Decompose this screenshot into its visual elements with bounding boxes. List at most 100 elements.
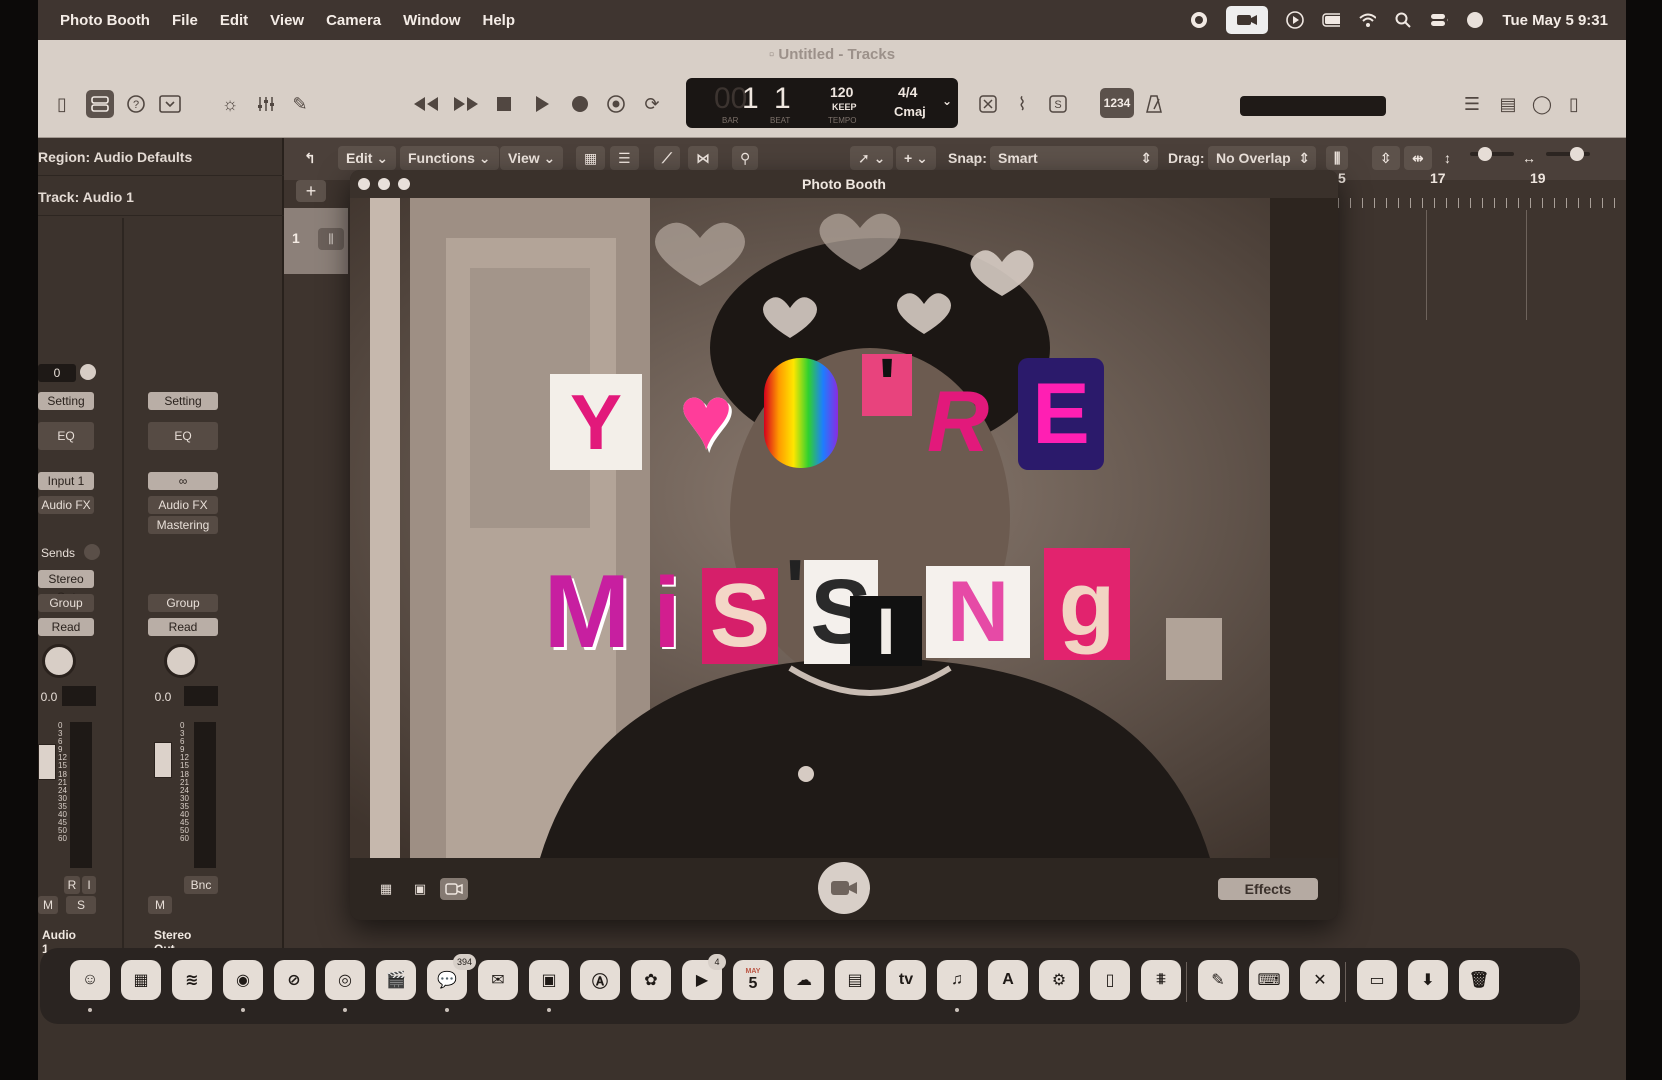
pencil-tool-icon[interactable]: + ⌄	[896, 146, 936, 170]
editors-icon[interactable]: ✎	[286, 90, 314, 118]
mixer-icon[interactable]	[252, 90, 280, 118]
play-status-icon[interactable]	[1286, 11, 1305, 29]
bar-ruler[interactable]: 5 17 19	[1338, 168, 1626, 210]
dock-app-music[interactable]: ♫	[937, 960, 977, 1000]
camera-indicator-icon[interactable]	[1226, 6, 1269, 34]
menu-edit[interactable]: Edit	[220, 12, 248, 29]
record-icon[interactable]	[566, 90, 594, 118]
horizontal-fit-icon[interactable]: ⇹	[1404, 146, 1432, 170]
record-video-button[interactable]	[818, 862, 870, 914]
fast-forward-icon[interactable]	[452, 90, 480, 118]
menu-view[interactable]: View	[270, 12, 304, 29]
dock-app-keyboard[interactable]: ⌨	[1249, 960, 1289, 1000]
wifi-icon[interactable]	[1358, 11, 1377, 29]
horizontal-zoom-slider[interactable]	[1546, 147, 1590, 161]
catch-icon[interactable]: ↰	[304, 146, 316, 170]
dock-app-chrome[interactable]: ◉	[223, 960, 263, 1000]
input-slot[interactable]: Input 1	[38, 472, 94, 490]
grid-view-icon[interactable]: ▦	[576, 146, 606, 170]
list-editors-icon[interactable]: ☰	[1458, 90, 1486, 118]
list-view-icon[interactable]: ☰	[610, 146, 639, 170]
menu-help[interactable]: Help	[483, 12, 516, 29]
dock-app-calendar[interactable]: MAY 5	[733, 960, 773, 1000]
setting-button[interactable]: Setting	[148, 392, 218, 410]
effects-button[interactable]: Effects	[1218, 878, 1318, 900]
control-center-icon[interactable]	[1430, 11, 1449, 29]
group-slot[interactable]: Group	[38, 594, 94, 612]
minimize-button[interactable]	[378, 178, 390, 190]
sends-knob[interactable]	[84, 544, 100, 560]
functions-menu[interactable]: Functions ⌄	[400, 146, 499, 170]
waveform-zoom-icon[interactable]: ⫼	[1326, 146, 1349, 170]
menu-clock[interactable]: Tue May 5 9:31	[1502, 12, 1608, 29]
menu-file[interactable]: File	[172, 12, 198, 29]
automation-mode[interactable]: Read	[148, 618, 218, 636]
catch-playhead-icon[interactable]: ⚲	[732, 146, 759, 170]
dock-app-pages[interactable]: ✎	[1198, 960, 1238, 1000]
vertical-zoom-slider[interactable]	[1470, 147, 1514, 161]
dock-app-launchpad[interactable]: ▦	[121, 960, 161, 1000]
audio-fx-slot[interactable]: Audio FX	[148, 496, 218, 514]
flex-icon[interactable]: ⋈	[688, 146, 718, 170]
video-mode-icon[interactable]	[440, 878, 468, 900]
dock-app-icloud[interactable]: ☁	[784, 960, 824, 1000]
battery-icon[interactable]	[1322, 11, 1341, 29]
dock-app-downloads[interactable]: ⬇	[1408, 960, 1448, 1000]
dock-app-trash[interactable]: 🗑	[1459, 960, 1499, 1000]
still-photo-mode-icon[interactable]: ▣	[406, 878, 434, 900]
output-slot[interactable]: Stereo Out	[38, 570, 94, 604]
dock-app-finder[interactable]: ☺	[70, 960, 110, 1000]
dock-app-iphone-mirroring[interactable]: ▯	[1090, 960, 1130, 1000]
toolbar-toggle-icon[interactable]	[156, 90, 184, 118]
dock-app-tv[interactable]: tv	[886, 960, 926, 1000]
track-header[interactable]: Track: Audio 1	[38, 178, 284, 216]
group-slot[interactable]: Group	[148, 594, 218, 612]
eq-button[interactable]: EQ	[148, 422, 218, 450]
play-icon[interactable]	[528, 90, 556, 118]
dock-app-notes[interactable]: ▤	[835, 960, 875, 1000]
pointer-tool-icon[interactable]: ➚ ⌄	[850, 146, 894, 170]
stop-icon[interactable]	[490, 90, 518, 118]
record-enable-button[interactable]: R	[64, 876, 80, 894]
zoom-button[interactable]	[398, 178, 410, 190]
setting-button[interactable]: Setting	[38, 392, 94, 410]
record-status-icon[interactable]	[1190, 11, 1208, 29]
automation-icon[interactable]: ⟋	[654, 146, 680, 170]
edit-menu[interactable]: Edit ⌄	[338, 146, 397, 170]
dock-app-spotify[interactable]: ≋	[172, 960, 212, 1000]
volume-knob[interactable]	[80, 364, 96, 380]
quick-help-icon[interactable]: ?	[122, 90, 150, 118]
audio-fx-slot[interactable]: Audio FX	[38, 496, 94, 514]
dock-app-voice-memos[interactable]: ⩨	[1141, 960, 1181, 1000]
solo-mode-icon[interactable]: S	[1044, 90, 1072, 118]
four-up-mode-icon[interactable]: ▦	[372, 878, 400, 900]
master-level-bar[interactable]	[1240, 96, 1386, 116]
volume-field[interactable]: 0	[38, 364, 76, 382]
dock-app-preview[interactable]: ▣	[529, 960, 569, 1000]
lcd-chevron-icon[interactable]: ⌄	[942, 94, 952, 108]
loop-browser-icon[interactable]: ◯	[1528, 90, 1556, 118]
spotlight-search-icon[interactable]	[1394, 11, 1412, 29]
menu-camera[interactable]: Camera	[326, 12, 381, 29]
rewind-icon[interactable]	[412, 90, 440, 118]
dock-app-app-store[interactable]: A	[988, 960, 1028, 1000]
replace-mode-icon[interactable]	[974, 90, 1002, 118]
volume-fader[interactable]	[154, 742, 172, 778]
cycle-icon[interactable]: ⟳	[638, 90, 666, 118]
smart-controls-icon[interactable]: ☼	[216, 90, 244, 118]
mastering-slot[interactable]: Mastering	[148, 516, 218, 534]
vertical-fit-icon[interactable]: ⇳	[1372, 146, 1400, 170]
dock-app-instruments[interactable]: Ⓐ	[580, 960, 620, 1000]
input-monitor-button[interactable]: I	[82, 876, 96, 894]
dock-app-documents[interactable]: ▭	[1357, 960, 1397, 1000]
track-waveform-icon[interactable]: ⫼	[318, 228, 344, 250]
lcd-display[interactable]: 00 1 1 BAR BEAT 120 KEEP TEMPO 4/4 Cmaj …	[686, 78, 958, 128]
dock-app-photos[interactable]: ✿	[631, 960, 671, 1000]
eq-button[interactable]: EQ	[38, 422, 94, 450]
volume-fader[interactable]	[38, 744, 56, 780]
count-in-button[interactable]: 1234	[1100, 88, 1134, 118]
close-button[interactable]	[358, 178, 370, 190]
snap-select[interactable]: Smart ⇕	[990, 146, 1158, 170]
dock-app-safari[interactable]: ⊘	[274, 960, 314, 1000]
bounce-button[interactable]: Bnc	[184, 876, 218, 894]
